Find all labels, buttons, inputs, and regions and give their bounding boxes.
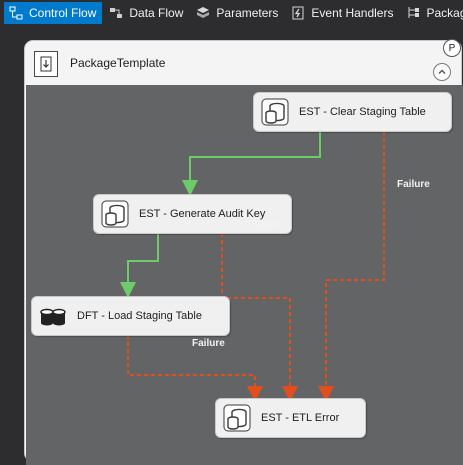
tab-event-handlers[interactable]: Event Handlers xyxy=(286,2,399,24)
task-load-staging-table[interactable]: DFT - Load Staging Table xyxy=(31,296,230,336)
tab-package-explorer[interactable]: Package Exp xyxy=(401,2,463,24)
task-label: DFT - Load Staging Table xyxy=(77,310,202,322)
task-label: EST - Clear Staging Table xyxy=(299,106,426,118)
sql-task-icon xyxy=(99,198,131,230)
collapse-button[interactable] xyxy=(433,63,451,81)
sql-task-icon xyxy=(259,96,291,128)
package-badge: P xyxy=(443,39,461,57)
parameters-icon xyxy=(195,5,211,21)
sql-task-icon xyxy=(221,402,253,434)
package-icon xyxy=(34,51,58,77)
failure-label-2: Failure xyxy=(250,219,283,230)
designer-tab-strip: Control Flow Data Flow Parameters Event … xyxy=(0,0,463,26)
tab-label: Package Exp xyxy=(426,6,463,20)
event-handlers-icon xyxy=(290,5,306,21)
tab-data-flow[interactable]: Data Flow xyxy=(104,2,189,24)
tab-label: Data Flow xyxy=(129,6,184,20)
task-clear-staging-table[interactable]: EST - Clear Staging Table xyxy=(253,92,452,132)
package-explorer-icon xyxy=(405,5,421,21)
tab-label: Control Flow xyxy=(29,6,97,20)
failure-label-3: Failure xyxy=(192,338,225,349)
tab-control-flow[interactable]: Control Flow xyxy=(4,2,103,24)
task-label: EST - Generate Audit Key xyxy=(139,208,266,220)
data-flow-icon xyxy=(108,5,124,21)
package-title: PackageTemplate xyxy=(70,56,166,70)
chevron-up-icon xyxy=(437,67,447,77)
package-header: PackageTemplate P xyxy=(25,39,461,84)
task-label: EST - ETL Error xyxy=(261,412,340,424)
failure-label-1: Failure xyxy=(397,179,430,190)
tab-parameters[interactable]: Parameters xyxy=(191,2,284,24)
control-flow-icon xyxy=(8,5,24,21)
task-etl-error[interactable]: EST - ETL Error xyxy=(215,398,366,438)
data-flow-task-icon xyxy=(37,300,69,332)
tab-label: Parameters xyxy=(216,6,279,20)
tab-label: Event Handlers xyxy=(311,6,394,20)
